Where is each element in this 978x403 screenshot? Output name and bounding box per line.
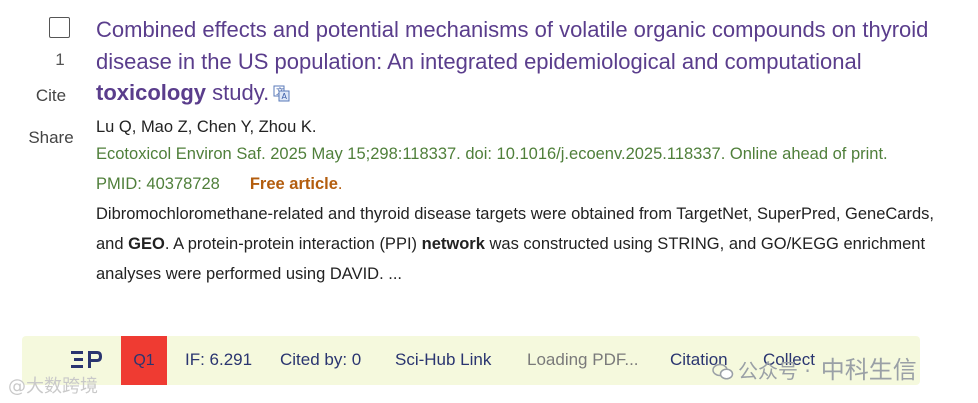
snippet-highlight-network: network bbox=[421, 234, 485, 253]
translate-icon[interactable]: 文 A bbox=[273, 79, 290, 102]
pmid: PMID: 40378728 bbox=[96, 174, 220, 193]
cite-button[interactable]: Cite bbox=[0, 86, 102, 106]
watermark-right: 公众号 · 中科生信 bbox=[712, 350, 917, 385]
article-title-link[interactable]: Combined effects and potential mechanism… bbox=[96, 14, 956, 109]
title-text-part1: Combined effects and potential mechanism… bbox=[96, 17, 929, 74]
impact-factor: IF: 6.291 bbox=[185, 350, 253, 369]
share-button[interactable]: Share bbox=[0, 128, 102, 148]
snippet-highlight-geo: GEO bbox=[128, 234, 165, 253]
article-authors: Lu Q, Mao Z, Chen Y, Zhou K. bbox=[96, 117, 317, 136]
loading-pdf-status: Loading PDF... bbox=[527, 350, 639, 369]
scihub-link[interactable]: Sci-Hub Link bbox=[395, 350, 491, 370]
article-snippet: Dibromochloromethane-related and thyroid… bbox=[96, 204, 934, 283]
title-text-part2: study. bbox=[206, 80, 270, 105]
cited-by-count: Cited by: 0 bbox=[280, 350, 362, 369]
watermark-left: @大数跨境 bbox=[8, 376, 98, 397]
easypubmed-logo-icon[interactable] bbox=[70, 349, 104, 371]
result-select-checkbox[interactable] bbox=[49, 17, 70, 38]
free-article-badge: Free article. bbox=[249, 174, 343, 193]
search-result-page: 1 Cite Share Combined effects and potent… bbox=[0, 0, 978, 403]
svg-text:A: A bbox=[282, 92, 288, 101]
title-highlight: toxicology bbox=[96, 80, 207, 105]
quartile-badge: Q1 bbox=[121, 336, 167, 385]
result-content: Combined effects and potential mechanism… bbox=[96, 14, 956, 289]
wechat-icon bbox=[712, 362, 734, 380]
journal-citation: Ecotoxicol Environ Saf. 2025 May 15;298:… bbox=[96, 144, 888, 163]
pmid-line: PMID: 40378728 Free article. bbox=[96, 169, 956, 199]
